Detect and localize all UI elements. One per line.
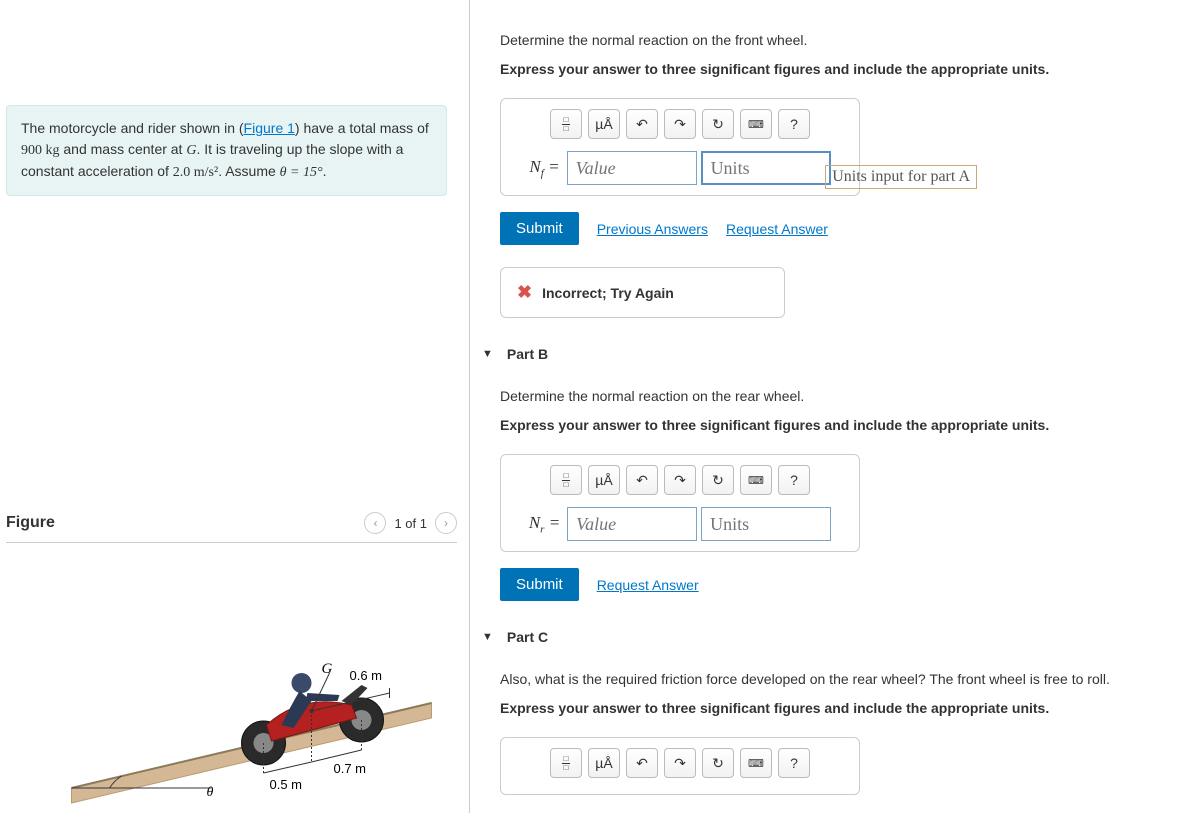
help-button[interactable]: ? [778, 748, 810, 778]
part-a-variable: Nf = [529, 157, 559, 179]
part-c-input-block: □□ µÅ ↶ ↷ ↻ ⌨ ? [500, 737, 860, 795]
figure-section: Figure ‹ 1 of 1 › θ [6, 504, 457, 813]
redo-icon[interactable]: ↷ [664, 748, 696, 778]
figure-link[interactable]: Figure 1 [244, 120, 295, 136]
reset-icon[interactable]: ↻ [702, 465, 734, 495]
svg-text:0.5 m: 0.5 m [270, 777, 303, 792]
caret-down-icon: ▼ [482, 631, 493, 643]
keyboard-icon[interactable]: ⌨ [740, 748, 772, 778]
help-button[interactable]: ? [778, 465, 810, 495]
problem-text: The motorcycle and rider shown in ( [21, 120, 244, 136]
caret-down-icon: ▼ [482, 348, 493, 360]
part-b-header[interactable]: ▼ Part B [482, 346, 1180, 362]
part-b-submit-button[interactable]: Submit [500, 568, 579, 601]
left-column: The motorcycle and rider shown in (Figur… [0, 0, 470, 813]
part-a-submit-button[interactable]: Submit [500, 212, 579, 245]
part-a-units-hint: Units input for part A [825, 165, 977, 189]
part-b-actions: Submit Request Answer [500, 568, 1180, 601]
part-a-feedback: ✖ Incorrect; Try Again [500, 267, 785, 318]
part-b-units-input[interactable] [701, 507, 831, 541]
figure-next-button[interactable]: › [435, 512, 457, 534]
help-button[interactable]: ? [778, 109, 810, 139]
part-c-section: Also, what is the required friction forc… [500, 669, 1180, 795]
part-b-variable: Nr = [529, 513, 560, 535]
part-b-instruction: Express your answer to three significant… [500, 415, 1180, 436]
part-b-title: Part B [507, 346, 548, 362]
part-a-actions: Submit Previous Answers Request Answer [500, 212, 1180, 245]
part-a-prompt: Determine the normal reaction on the fro… [500, 30, 1180, 51]
part-c-title: Part C [507, 629, 548, 645]
part-c-header[interactable]: ▼ Part C [482, 629, 1180, 645]
part-b-value-input[interactable] [567, 507, 697, 541]
figure-counter: 1 of 1 [394, 516, 427, 531]
undo-icon[interactable]: ↶ [626, 109, 658, 139]
part-b-request-answer-link[interactable]: Request Answer [597, 577, 699, 593]
part-a-instruction: Express your answer to three significant… [500, 59, 1180, 80]
part-a-section: Determine the normal reaction on the fro… [500, 30, 1180, 318]
feedback-text: Incorrect; Try Again [542, 285, 674, 301]
svg-text:G: G [322, 661, 333, 677]
reset-icon[interactable]: ↻ [702, 109, 734, 139]
right-column: Determine the normal reaction on the fro… [470, 0, 1200, 813]
part-c-prompt: Also, what is the required friction forc… [500, 669, 1180, 690]
undo-icon[interactable]: ↶ [626, 748, 658, 778]
figure-nav: ‹ 1 of 1 › [364, 512, 457, 534]
part-a-previous-answers-link[interactable]: Previous Answers [597, 221, 708, 237]
part-b-prompt: Determine the normal reaction on the rea… [500, 386, 1180, 407]
figure-image: θ G [6, 573, 457, 813]
part-a-request-answer-link[interactable]: Request Answer [726, 221, 828, 237]
special-char-button[interactable]: µÅ [588, 748, 620, 778]
svg-text:0.7 m: 0.7 m [334, 761, 367, 776]
part-a-input-block: □□ µÅ ↶ ↷ ↻ ⌨ ? Nf = Units input for par… [500, 98, 860, 196]
figure-prev-button[interactable]: ‹ [364, 512, 386, 534]
keyboard-icon[interactable]: ⌨ [740, 465, 772, 495]
figure-title: Figure [6, 514, 55, 532]
special-char-button[interactable]: µÅ [588, 465, 620, 495]
special-char-button[interactable]: µÅ [588, 109, 620, 139]
redo-icon[interactable]: ↷ [664, 109, 696, 139]
fraction-tool-icon[interactable]: □□ [550, 109, 582, 139]
part-c-instruction: Express your answer to three significant… [500, 698, 1180, 719]
reset-icon[interactable]: ↻ [702, 748, 734, 778]
svg-text:θ: θ [207, 785, 214, 800]
fraction-tool-icon[interactable]: □□ [550, 465, 582, 495]
part-a-units-input[interactable] [701, 151, 831, 185]
fraction-tool-icon[interactable]: □□ [550, 748, 582, 778]
incorrect-icon: ✖ [517, 282, 532, 303]
undo-icon[interactable]: ↶ [626, 465, 658, 495]
svg-text:0.6 m: 0.6 m [350, 668, 383, 683]
part-b-section: Determine the normal reaction on the rea… [500, 386, 1180, 601]
keyboard-icon[interactable]: ⌨ [740, 109, 772, 139]
part-c-toolbar: □□ µÅ ↶ ↷ ↻ ⌨ ? [501, 748, 859, 778]
redo-icon[interactable]: ↷ [664, 465, 696, 495]
part-a-value-input[interactable] [567, 151, 697, 185]
part-b-toolbar: □□ µÅ ↶ ↷ ↻ ⌨ ? [501, 465, 859, 495]
problem-statement: The motorcycle and rider shown in (Figur… [6, 105, 447, 196]
part-a-toolbar: □□ µÅ ↶ ↷ ↻ ⌨ ? [501, 109, 859, 139]
part-b-input-block: □□ µÅ ↶ ↷ ↻ ⌨ ? Nr = [500, 454, 860, 552]
